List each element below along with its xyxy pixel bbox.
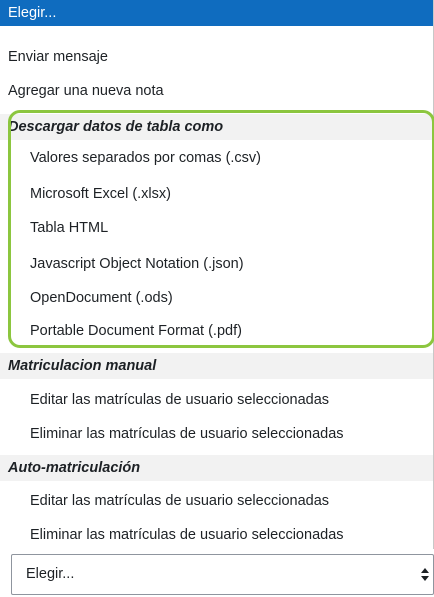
up-down-arrow-icon [421, 568, 429, 581]
option-elegir[interactable]: Elegir... [0, 0, 433, 26]
option-manual-editar[interactable]: Editar las matrículas de usuario selecci… [0, 387, 433, 413]
group-auto-matriculacion: Auto-matriculación [0, 455, 433, 481]
option-download-html[interactable]: Tabla HTML [0, 215, 433, 241]
option-download-xlsx[interactable]: Microsoft Excel (.xlsx) [0, 181, 433, 207]
option-download-pdf[interactable]: Portable Document Format (.pdf) [0, 318, 433, 344]
option-auto-editar[interactable]: Editar las matrículas de usuario selecci… [0, 488, 433, 514]
option-download-csv[interactable]: Valores separados por comas (.csv) [0, 145, 433, 171]
bulk-action-dropdown-list: Elegir... Enviar mensaje Agregar una nue… [0, 0, 434, 549]
option-manual-eliminar[interactable]: Eliminar las matrículas de usuario selec… [0, 421, 433, 447]
option-download-ods[interactable]: OpenDocument (.ods) [0, 285, 433, 311]
option-auto-eliminar[interactable]: Eliminar las matrículas de usuario selec… [0, 522, 433, 548]
group-descargar-datos: Descargar datos de tabla como [0, 114, 433, 140]
select-value: Elegir... [26, 566, 75, 582]
bulk-action-select[interactable]: Elegir... [11, 554, 434, 595]
option-agregar-nota[interactable]: Agregar una nueva nota [0, 78, 433, 104]
option-enviar-mensaje[interactable]: Enviar mensaje [0, 44, 433, 70]
option-download-json[interactable]: Javascript Object Notation (.json) [0, 251, 433, 277]
group-matriculacion-manual: Matriculacion manual [0, 353, 433, 379]
